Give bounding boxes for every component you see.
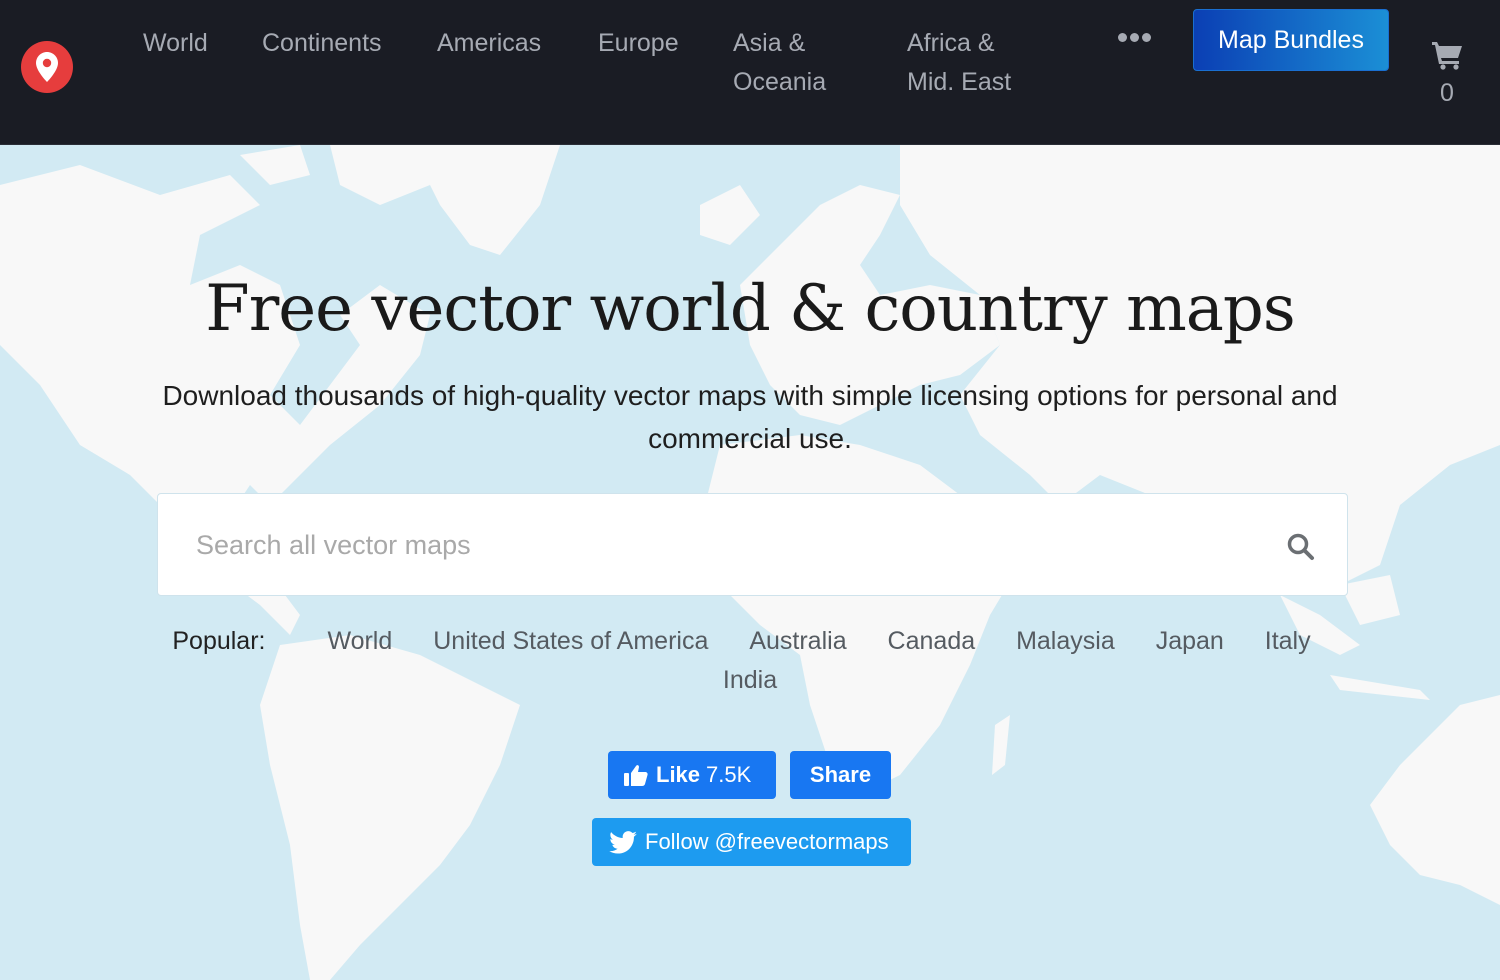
more-menu-button[interactable] — [1118, 33, 1151, 42]
nav-africa-mideast-line1: Africa & — [907, 29, 995, 57]
map-bundles-button[interactable]: Map Bundles — [1193, 9, 1389, 71]
ellipsis-icon-dot — [1130, 33, 1139, 42]
page-subtitle: Download thousands of high-quality vecto… — [162, 380, 1338, 454]
thumbs-up-icon — [624, 765, 648, 786]
cart-count: 0 — [1440, 79, 1454, 107]
popular-link-malaysia[interactable]: Malaysia — [1016, 627, 1115, 655]
facebook-buttons: Like 7.5K Share — [608, 751, 891, 799]
facebook-share-button[interactable]: Share — [790, 751, 891, 799]
popular-link-japan[interactable]: Japan — [1156, 627, 1224, 655]
popular-link-india[interactable]: India — [723, 666, 777, 694]
nav-asia-oceania[interactable]: Asia & Oceania — [733, 24, 826, 102]
twitter-follow-button[interactable]: Follow @freevectormaps — [592, 818, 911, 866]
nav-asia-oceania-line1: Asia & — [733, 29, 806, 57]
nav-asia-oceania-line2: Oceania — [733, 68, 827, 96]
twitter-bird-icon — [609, 830, 637, 854]
ellipsis-icon-dot — [1142, 33, 1151, 42]
search-icon[interactable] — [1286, 532, 1316, 562]
popular-link-australia[interactable]: Australia — [749, 627, 846, 655]
nav-continents[interactable]: Continents — [262, 24, 382, 63]
popular-label: Popular: — [172, 627, 266, 655]
cart-button[interactable]: 0 — [1428, 40, 1466, 108]
top-navbar: World Continents Americas Europe Asia & … — [0, 0, 1500, 145]
popular-link-usa[interactable]: United States of America — [433, 627, 708, 655]
nav-africa-mideast-line2: Mid. East — [907, 68, 1012, 96]
popular-link-italy[interactable]: Italy — [1265, 627, 1311, 655]
facebook-like-button[interactable]: Like 7.5K — [608, 751, 776, 799]
popular-links: Popular: World United States of America … — [160, 622, 1340, 700]
nav-europe[interactable]: Europe — [598, 24, 679, 63]
nav-world[interactable]: World — [143, 24, 208, 63]
nav-americas[interactable]: Americas — [437, 24, 541, 63]
search-input[interactable] — [196, 524, 1256, 566]
ellipsis-icon-dot — [1118, 33, 1127, 42]
like-count: 7.5K — [706, 762, 752, 787]
page-title: Free vector world & country maps — [205, 272, 1295, 346]
search-box — [157, 493, 1348, 596]
shopping-cart-icon — [1432, 42, 1462, 70]
popular-link-world[interactable]: World — [327, 627, 392, 655]
nav-africa-mideast[interactable]: Africa & Mid. East — [907, 24, 1011, 102]
like-label: Like — [656, 762, 701, 787]
follow-label: Follow @freevectormaps — [645, 829, 889, 854]
map-pin-icon — [36, 52, 58, 82]
logo[interactable] — [21, 41, 73, 93]
popular-link-canada[interactable]: Canada — [888, 627, 976, 655]
